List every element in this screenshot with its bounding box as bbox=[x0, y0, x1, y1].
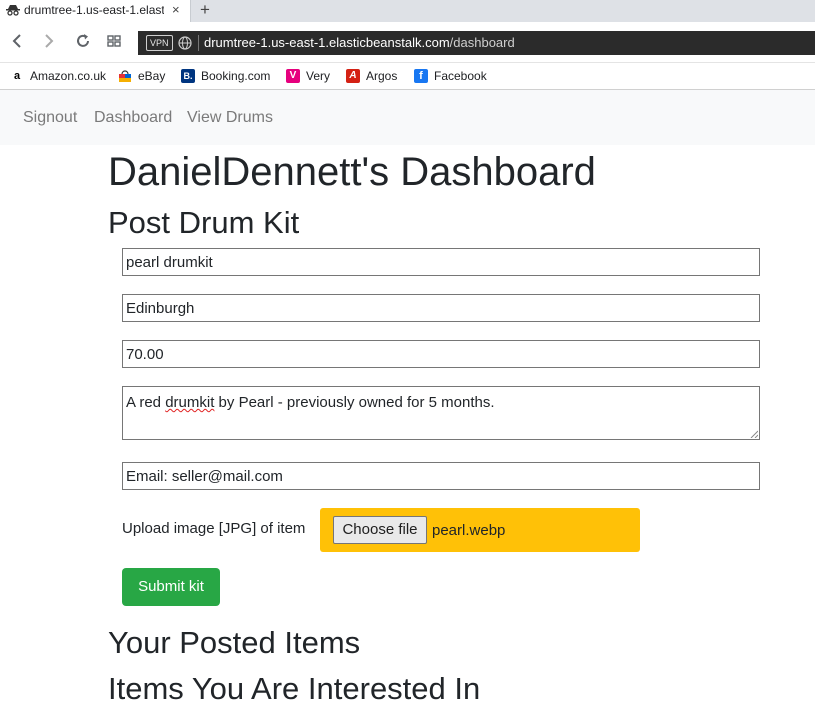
post-drum-kit-heading: Post Drum Kit bbox=[108, 205, 300, 240]
bookmark-booking[interactable]: B. Booking.com bbox=[181, 68, 270, 84]
site-navbar: Signout Dashboard View Drums bbox=[0, 90, 815, 145]
back-icon[interactable] bbox=[10, 31, 24, 51]
interested-items-heading: Items You Are Interested In bbox=[108, 671, 481, 706]
description-textarea[interactable]: A red drumkit by Pearl - previously owne… bbox=[122, 386, 760, 440]
upload-label: Upload image [JPG] of item bbox=[122, 520, 306, 537]
bookmark-amazon[interactable]: a Amazon.co.uk bbox=[10, 68, 106, 84]
bookmarks-bar: a Amazon.co.uk eBay B. Booking.com V Ver… bbox=[0, 63, 815, 90]
url-field[interactable]: VPN drumtree-1.us-east-1.elasticbeanstal… bbox=[138, 31, 815, 55]
submit-kit-button[interactable]: Submit kit bbox=[122, 568, 220, 606]
bookmark-facebook[interactable]: f Facebook bbox=[414, 68, 487, 84]
incognito-icon bbox=[6, 5, 20, 16]
description-part-1: A red bbox=[126, 394, 166, 411]
close-tab-icon[interactable]: × bbox=[172, 2, 180, 17]
very-icon: V bbox=[286, 69, 300, 83]
speed-dial-icon[interactable] bbox=[106, 31, 122, 51]
bookmark-label: Very bbox=[306, 69, 331, 83]
new-tab-icon[interactable]: + bbox=[200, 0, 210, 20]
forward-icon[interactable] bbox=[42, 31, 56, 51]
bookmark-label: Amazon.co.uk bbox=[30, 69, 107, 83]
choose-file-button[interactable]: Choose file bbox=[333, 516, 427, 544]
price-value: 70.00 bbox=[126, 346, 164, 363]
bookmark-label: Facebook bbox=[434, 69, 487, 83]
location-input[interactable]: Edinburgh bbox=[122, 294, 760, 322]
nav-dashboard[interactable]: Dashboard bbox=[94, 109, 172, 127]
description-value: A red drumkit by Pearl - previously owne… bbox=[126, 394, 495, 411]
url-separator bbox=[198, 35, 199, 51]
selected-file-name: pearl.webp bbox=[432, 522, 506, 539]
url-path: /dashboard bbox=[449, 35, 515, 50]
email-value: Email: seller@mail.com bbox=[126, 468, 283, 485]
price-input[interactable]: 70.00 bbox=[122, 340, 760, 368]
email-input[interactable]: Email: seller@mail.com bbox=[122, 462, 760, 490]
bookmark-label: Booking.com bbox=[201, 69, 271, 83]
ebay-icon bbox=[119, 70, 131, 82]
bookmark-label: eBay bbox=[138, 69, 166, 83]
file-upload-area: Choose file pearl.webp bbox=[320, 508, 640, 552]
location-value: Edinburgh bbox=[126, 300, 195, 317]
tab-title: drumtree-1.us-east-1.elast bbox=[24, 3, 164, 17]
kit-name-input[interactable]: pearl drumkit bbox=[122, 248, 760, 276]
url-host: drumtree-1.us-east-1.elasticbeanstalk.co… bbox=[204, 35, 450, 50]
browser-tab[interactable]: drumtree-1.us-east-1.elast × bbox=[0, 0, 191, 22]
tab-strip: drumtree-1.us-east-1.elast × + bbox=[0, 0, 815, 22]
nav-signout[interactable]: Signout bbox=[23, 109, 77, 127]
posted-items-heading: Your Posted Items bbox=[108, 625, 361, 660]
page-title: DanielDennett's Dashboard bbox=[108, 150, 596, 194]
argos-icon: A bbox=[346, 69, 360, 83]
amazon-icon: a bbox=[13, 70, 21, 82]
description-part-2: by Pearl - previously owned for 5 months… bbox=[214, 394, 495, 411]
kit-name-value: pearl drumkit bbox=[126, 254, 213, 271]
bookmark-label: Argos bbox=[366, 69, 398, 83]
bookmark-argos[interactable]: A Argos bbox=[346, 68, 397, 84]
reload-icon[interactable] bbox=[74, 31, 92, 51]
resize-handle-icon[interactable] bbox=[750, 430, 758, 438]
nav-view-drums[interactable]: View Drums bbox=[187, 109, 273, 127]
spellcheck-word: drumkit bbox=[165, 394, 215, 411]
vpn-badge[interactable]: VPN bbox=[146, 35, 173, 51]
bookmark-very[interactable]: V Very bbox=[286, 68, 330, 84]
bookmark-ebay[interactable]: eBay bbox=[118, 68, 165, 84]
booking-icon: B. bbox=[181, 69, 195, 83]
url-text[interactable]: drumtree-1.us-east-1.elasticbeanstalk.co… bbox=[204, 35, 515, 50]
globe-icon[interactable] bbox=[178, 36, 192, 50]
facebook-icon: f bbox=[414, 69, 428, 83]
address-bar-row: VPN drumtree-1.us-east-1.elasticbeanstal… bbox=[0, 22, 815, 63]
